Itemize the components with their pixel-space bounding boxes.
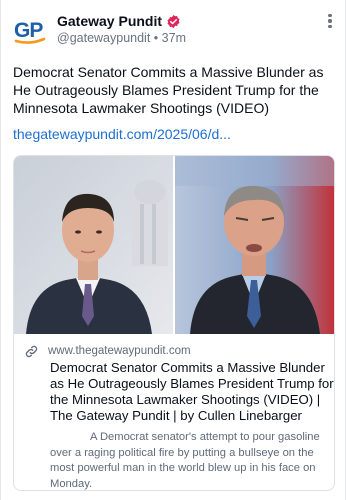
- author-name[interactable]: Gateway Pundit: [57, 13, 162, 29]
- link-preview-description: A Democrat senator's attempt to pour gas…: [50, 431, 320, 490]
- avatar[interactable]: GP: [13, 13, 47, 47]
- link-preview-body: www.thegatewaypundit.com Democrat Senato…: [14, 334, 334, 490]
- post-header: GP Gateway Pundit @gatewaypundit • 37m: [13, 12, 335, 48]
- link-chain-icon: [24, 344, 39, 359]
- post-meta: @gatewaypundit • 37m: [57, 31, 335, 45]
- link-preview-title: Democrat Senator Commits a Massive Blund…: [50, 360, 334, 423]
- post-timestamp[interactable]: 37m: [162, 31, 186, 45]
- post-link[interactable]: thegatewaypundit.com/2025/06/d...: [13, 125, 231, 143]
- link-preview-image[interactable]: [14, 156, 334, 334]
- gateway-pundit-logo-icon: GP: [14, 19, 46, 44]
- author-handle[interactable]: @gatewaypundit: [57, 31, 150, 45]
- svg-text:GP: GP: [14, 19, 43, 42]
- meta-separator: •: [153, 31, 159, 45]
- link-preview-domain: www.thegatewaypundit.com: [48, 345, 191, 357]
- verified-badge-icon: [166, 14, 181, 29]
- link-preview-card[interactable]: www.thegatewaypundit.com Democrat Senato…: [13, 155, 335, 491]
- post-body-text: Democrat Senator Commits a Massive Blund…: [13, 64, 324, 116]
- more-vertical-icon[interactable]: [323, 12, 337, 30]
- author-block: Gateway Pundit @gatewaypundit • 37m: [57, 12, 335, 45]
- post-container: GP Gateway Pundit @gatewaypundit • 37m D…: [0, 0, 346, 500]
